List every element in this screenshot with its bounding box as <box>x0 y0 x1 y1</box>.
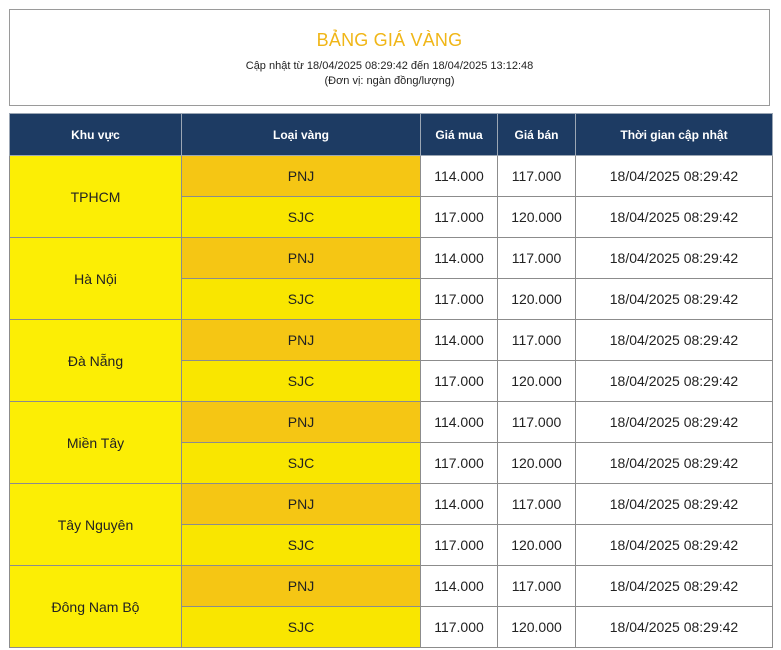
sell-price-cell: 120.000 <box>497 360 576 402</box>
column-header-region: Khu vực <box>9 113 182 156</box>
gold-type-cell: SJC <box>181 606 421 648</box>
sell-price-cell: 117.000 <box>497 155 576 197</box>
update-time-cell: 18/04/2025 08:29:42 <box>575 155 773 197</box>
table-body: TPHCM PNJ 114.000 117.000 18/04/2025 08:29:4… <box>9 155 773 648</box>
gold-type-cell: SJC <box>181 524 421 566</box>
sell-price-cell: 117.000 <box>497 237 576 279</box>
column-header-update-time: Thời gian cập nhật <box>575 113 773 156</box>
region-cell: Đà Nẵng <box>9 319 182 402</box>
gold-type-cell: PNJ <box>181 401 421 443</box>
update-time-cell: 18/04/2025 08:29:42 <box>575 483 773 525</box>
sell-price-cell: 117.000 <box>497 401 576 443</box>
gold-price-table: Khu vực Loại vàng Giá mua Giá bán Thời g… <box>9 113 773 648</box>
buy-price-cell: 117.000 <box>420 360 498 402</box>
table-row: Hà Nội PNJ 114.000 117.000 18/04/2025 08:29:… <box>9 237 773 320</box>
table-row: Đông Nam Bộ PNJ 114.000 117.000 18/04/2025 0… <box>9 565 773 648</box>
gold-type-cell: PNJ <box>181 483 421 525</box>
table-row: Tây Nguyên PNJ 114.000 117.000 18/04/2025 08… <box>9 483 773 566</box>
update-time-cell: 18/04/2025 08:29:42 <box>575 565 773 607</box>
buy-price-cell: 114.000 <box>420 565 498 607</box>
update-time-cell: 18/04/2025 08:29:42 <box>575 442 773 484</box>
buy-price-cell: 117.000 <box>420 196 498 238</box>
buy-price-cell: 117.000 <box>420 442 498 484</box>
gold-type-cell: PNJ <box>181 565 421 607</box>
column-header-sell-price: Giá bán <box>497 113 576 156</box>
sell-price-cell: 120.000 <box>497 606 576 648</box>
region-cell: Hà Nội <box>9 237 182 320</box>
page-title: BẢNG GIÁ VÀNG <box>316 30 463 50</box>
buy-price-cell: 114.000 <box>420 319 498 361</box>
buy-price-cell: 117.000 <box>420 606 498 648</box>
buy-price-cell: 114.000 <box>420 237 498 279</box>
sell-price-cell: 120.000 <box>497 196 576 238</box>
gold-type-cell: SJC <box>181 196 421 238</box>
table-row: TPHCM PNJ 114.000 117.000 18/04/2025 08:29:4… <box>9 155 773 238</box>
buy-price-cell: 117.000 <box>420 524 498 566</box>
region-cell: TPHCM <box>9 155 182 238</box>
unit-text: (Đơn vị: ngàn đồng/lượng) <box>324 75 455 87</box>
update-time-cell: 18/04/2025 08:29:42 <box>575 360 773 402</box>
gold-type-cell: SJC <box>181 360 421 402</box>
sell-price-cell: 117.000 <box>497 319 576 361</box>
sell-price-cell: 120.000 <box>497 524 576 566</box>
price-board-header: BẢNG GIÁ VÀNG Cập nhật từ 18/04/2025 08:… <box>9 9 770 106</box>
gold-type-cell: PNJ <box>181 319 421 361</box>
update-time-cell: 18/04/2025 08:29:42 <box>575 319 773 361</box>
gold-type-cell: SJC <box>181 278 421 320</box>
gold-type-cell: SJC <box>181 442 421 484</box>
gold-type-cell: PNJ <box>181 155 421 197</box>
region-cell: Miền Tây <box>9 401 182 484</box>
update-time-cell: 18/04/2025 08:29:42 <box>575 524 773 566</box>
table-header-row: Khu vực Loại vàng Giá mua Giá bán Thời g… <box>9 113 773 156</box>
sell-price-cell: 117.000 <box>497 565 576 607</box>
column-header-buy-price: Giá mua <box>420 113 498 156</box>
update-time-cell: 18/04/2025 08:29:42 <box>575 606 773 648</box>
gold-type-cell: PNJ <box>181 237 421 279</box>
update-time-cell: 18/04/2025 08:29:42 <box>575 237 773 279</box>
buy-price-cell: 114.000 <box>420 155 498 197</box>
table-row: Đà Nẵng PNJ 114.000 117.000 18/04/2025 08:29… <box>9 319 773 402</box>
buy-price-cell: 114.000 <box>420 401 498 443</box>
sell-price-cell: 120.000 <box>497 278 576 320</box>
sell-price-cell: 120.000 <box>497 442 576 484</box>
update-time-cell: 18/04/2025 08:29:42 <box>575 196 773 238</box>
column-header-gold-type: Loại vàng <box>181 113 421 156</box>
region-cell: Tây Nguyên <box>9 483 182 566</box>
update-time-cell: 18/04/2025 08:29:42 <box>575 401 773 443</box>
sell-price-cell: 117.000 <box>497 483 576 525</box>
update-time-cell: 18/04/2025 08:29:42 <box>575 278 773 320</box>
buy-price-cell: 114.000 <box>420 483 498 525</box>
table-row: Miền Tây PNJ 114.000 117.000 18/04/2025 08:2… <box>9 401 773 484</box>
region-cell: Đông Nam Bộ <box>9 565 182 648</box>
buy-price-cell: 117.000 <box>420 278 498 320</box>
update-range-text: Cập nhật từ 18/04/2025 08:29:42 đến 18/0… <box>245 60 534 72</box>
